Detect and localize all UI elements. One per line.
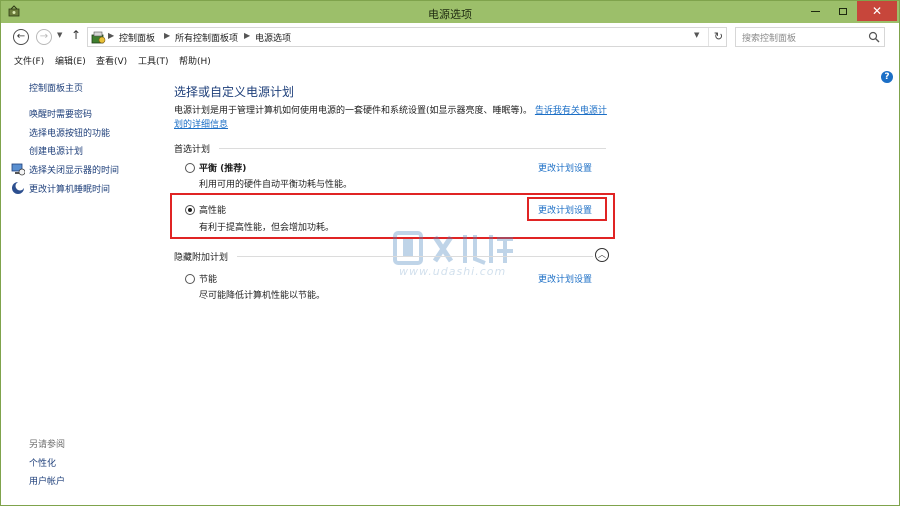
recent-locations-dropdown-icon[interactable]: ▼ [57,31,62,39]
menu-help[interactable]: 帮助(H) [179,54,211,67]
sidebar-item-power-button[interactable]: 选择电源按钮的功能 [29,126,110,139]
help-icon[interactable]: ? [881,71,893,83]
breadcrumb-control-panel[interactable]: 控制面板 [119,31,155,44]
description-text: 电源计划是用于管理计算机如何使用电源的一套硬件和系统设置(如显示器亮度、睡眠等)… [174,106,533,116]
breadcrumb-separator-icon[interactable]: ▶ [108,31,114,40]
plan-high-performance-desc: 有利于提高性能，但会增加功耗。 [199,223,335,233]
sidebar-home-link[interactable]: 控制面板主页 [29,81,83,94]
see-also-user-accounts[interactable]: 用户帐户 [29,474,65,487]
control-panel-icon [91,31,106,44]
watermark-text: www.udashi.com [399,265,507,278]
watermark-icon [393,231,513,265]
minimize-button[interactable] [801,1,829,21]
collapse-chevron-up-icon[interactable]: ︿ [595,248,609,262]
page-description: 电源计划是用于管理计算机如何使用电源的一套硬件和系统设置(如显示器亮度、睡眠等)… [174,104,614,132]
menu-edit[interactable]: 编辑(E) [55,54,86,67]
sidebar-item-wake-password[interactable]: 唤醒时需要密码 [29,107,92,120]
plan-balanced-name[interactable]: 平衡 (推荐) [199,161,246,174]
maximize-icon [839,7,847,15]
hidden-plans-label: 隐藏附加计划 [174,253,229,263]
sleep-moon-icon [12,181,25,194]
address-dropdown-icon[interactable]: ▼ [694,31,699,39]
forward-button[interactable]: → [36,29,52,45]
search-input[interactable]: 搜索控制面板 [735,27,885,47]
refresh-icon[interactable]: ↻ [708,28,728,46]
breadcrumb-all-items[interactable]: 所有控制面板项 [175,31,238,44]
plan-power-saver-settings-link[interactable]: 更改计划设置 [538,272,592,285]
plan-power-saver-name[interactable]: 节能 [199,272,217,285]
menu-file[interactable]: 文件(F) [14,54,44,67]
menu-bar: 文件(F) 编辑(E) 查看(V) 工具(T) 帮助(H) [1,51,899,69]
sidebar-item-sleep-time[interactable]: 更改计算机睡眠时间 [29,182,110,195]
breadcrumb-separator-icon[interactable]: ▶ [164,31,170,40]
title-bar[interactable]: 电源选项 ✕ [1,1,899,23]
see-also-heading: 另请参阅 [29,440,66,450]
close-button[interactable]: ✕ [857,1,897,21]
search-icon[interactable] [868,31,880,43]
plan-power-saver-desc: 尽可能降低计算机性能以节能。 [199,291,326,301]
back-button[interactable]: ← [13,29,29,45]
see-also-personalization[interactable]: 个性化 [29,456,56,469]
sidebar-item-create-plan[interactable]: 创建电源计划 [29,144,83,157]
address-bar[interactable]: ▶ 控制面板 ▶ 所有控制面板项 ▶ 电源选项 ▼ ↻ [87,27,727,47]
sidebar-item-display-off[interactable]: 选择关闭显示器的时间 [29,163,119,176]
up-level-button[interactable]: ↑ [71,28,81,42]
preferred-plans-label: 首选计划 [174,145,211,155]
minimize-icon [810,10,820,12]
divider [219,148,606,149]
window-title: 电源选项 [428,8,472,21]
breadcrumb-separator-icon[interactable]: ▶ [244,31,250,40]
plan-balanced-desc: 利用可用的硬件自动平衡功耗与性能。 [199,180,353,190]
divider [237,256,593,257]
plan-balanced-settings-link[interactable]: 更改计划设置 [538,161,592,174]
power-options-window: 电源选项 ✕ ← → ▼ ↑ ▶ 控制面板 ▶ 所有控制面板项 ▶ 电源选项 ▼… [0,0,900,506]
maximize-button[interactable] [829,1,857,21]
page-title: 选择或自定义电源计划 [174,85,295,99]
menu-view[interactable]: 查看(V) [96,54,127,67]
breadcrumb-power-options[interactable]: 电源选项 [255,31,291,44]
radio-balanced[interactable] [185,163,195,173]
plan-high-performance-name[interactable]: 高性能 [199,203,226,216]
navigation-bar: ← → ▼ ↑ ▶ 控制面板 ▶ 所有控制面板项 ▶ 电源选项 ▼ ↻ 搜索控制… [1,23,899,51]
plan-high-performance-settings-link[interactable]: 更改计划设置 [538,203,592,216]
search-placeholder: 搜索控制面板 [742,34,797,44]
radio-high-performance[interactable] [185,205,195,215]
menu-tools[interactable]: 工具(T) [138,54,169,67]
monitor-icon [11,163,25,176]
radio-power-saver[interactable] [185,274,195,284]
radio-selected-dot [188,208,192,212]
